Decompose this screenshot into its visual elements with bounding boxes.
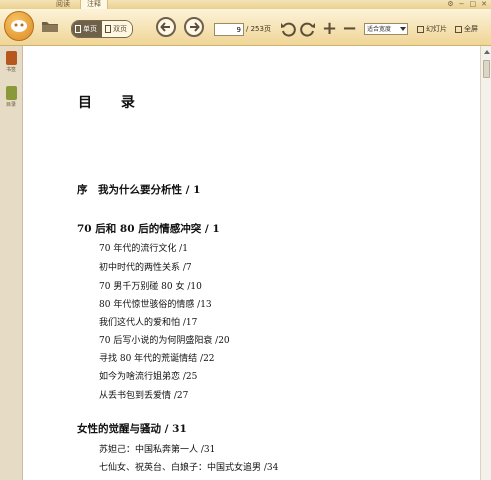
page-title: 目 录 — [78, 95, 147, 111]
toolbar: 单页 双页 9 / 253页 + − 适合宽度 幻灯片 全屏 — [0, 9, 491, 46]
fullscreen-button[interactable]: 全屏 — [455, 23, 478, 36]
sidebar-item-bookmarks[interactable]: 书签 — [3, 51, 19, 73]
double-page-label: 双页 — [113, 25, 127, 33]
double-page-button[interactable]: 双页 — [102, 21, 132, 37]
tab-read[interactable]: 阅读 — [50, 0, 76, 9]
double-page-icon — [105, 25, 111, 33]
document-page: 目 录 序 我为什么要分析性 / 1 70 后和 80 后的情感冲突 / 1 7… — [23, 46, 480, 480]
toc-entry[interactable]: 如今为啥流行姐弟恋 /25 — [99, 369, 197, 382]
single-page-label: 单页 — [83, 25, 97, 33]
toc-entry[interactable]: 苏妲己：中国私奔第一人 /31 — [99, 442, 215, 455]
contents-icon — [5, 86, 17, 100]
close-icon[interactable]: ✕ — [481, 0, 487, 9]
sidebar-item-label: 目录 — [5, 102, 16, 108]
scroll-up-icon[interactable] — [484, 50, 490, 54]
page-mode-toggle: 单页 双页 — [71, 20, 133, 38]
next-page-button[interactable] — [184, 17, 204, 37]
chevron-down-icon — [400, 27, 406, 31]
toc-entry[interactable]: 初中时代的两性关系 /7 — [99, 260, 192, 273]
toc-entry[interactable]: 七仙女、祝英台、白娘子：中国式女追男 /34 — [99, 460, 278, 473]
toc-section-heading[interactable]: 序 我为什么要分析性 / 1 — [77, 182, 200, 197]
previous-page-button[interactable] — [156, 17, 176, 37]
toc-entry[interactable]: 寻找 80 年代的荒诞情结 /22 — [99, 351, 215, 364]
sidebar-item-label: 书签 — [5, 67, 16, 73]
fullscreen-label: 全屏 — [464, 25, 478, 33]
page-number-input[interactable]: 9 — [214, 23, 244, 36]
single-page-icon — [75, 25, 81, 33]
tab-annotate[interactable]: 注释 — [80, 0, 108, 9]
slideshow-label: 幻灯片 — [426, 25, 447, 33]
scroll-thumb[interactable] — [483, 60, 490, 78]
sidebar-item-contents[interactable]: 目录 — [3, 86, 19, 108]
arrow-left-icon — [160, 22, 170, 32]
arrow-right-icon — [190, 22, 200, 32]
window-controls: ⚙ − □ ✕ — [447, 0, 487, 9]
fullscreen-icon — [455, 26, 462, 33]
total-pages: / 253页 — [246, 25, 271, 33]
rotate-right-icon[interactable] — [300, 21, 316, 37]
toc-entry[interactable]: 70 后写小说的为何阴盛阳衰 /20 — [99, 333, 230, 346]
zoom-in-button[interactable]: + — [322, 20, 337, 38]
toc-section-heading[interactable]: 70 后和 80 后的情感冲突 / 1 — [77, 221, 220, 236]
bookmark-icon — [5, 51, 17, 65]
vertical-scrollbar[interactable] — [480, 46, 491, 480]
toc-entry[interactable]: 80 年代惊世骇俗的情感 /13 — [99, 297, 212, 310]
slideshow-icon — [417, 26, 424, 33]
zoom-mode-select[interactable]: 适合宽度 — [364, 23, 408, 35]
rotate-left-icon[interactable] — [280, 21, 296, 37]
open-folder-icon[interactable] — [41, 19, 59, 33]
toc-entry[interactable]: 70 男千万别碰 80 女 /10 — [99, 279, 202, 292]
slideshow-button[interactable]: 幻灯片 — [417, 23, 447, 36]
single-page-button[interactable]: 单页 — [72, 21, 102, 37]
zoom-mode-value: 适合宽度 — [367, 26, 392, 33]
app-logo[interactable] — [4, 11, 34, 41]
maximize-icon[interactable]: □ — [470, 0, 477, 9]
toc-section-heading[interactable]: 女性的觉醒与骚动 / 31 — [77, 421, 187, 436]
zoom-out-button[interactable]: − — [342, 20, 357, 38]
title-bar: 阅读 注释 ⚙ − □ ✕ — [0, 0, 491, 9]
settings-icon[interactable]: ⚙ — [447, 0, 453, 9]
toc-entry[interactable]: 70 年代的流行文化 /1 — [99, 241, 188, 254]
toc-entry[interactable]: 我们这代人的爱和怕 /17 — [99, 315, 197, 328]
minimize-icon[interactable]: − — [459, 0, 465, 9]
logo-mark-icon — [11, 20, 27, 32]
sidebar: 书签 目录 — [0, 46, 23, 480]
toc-entry[interactable]: 从丢书包到丢爱情 /27 — [99, 388, 188, 401]
